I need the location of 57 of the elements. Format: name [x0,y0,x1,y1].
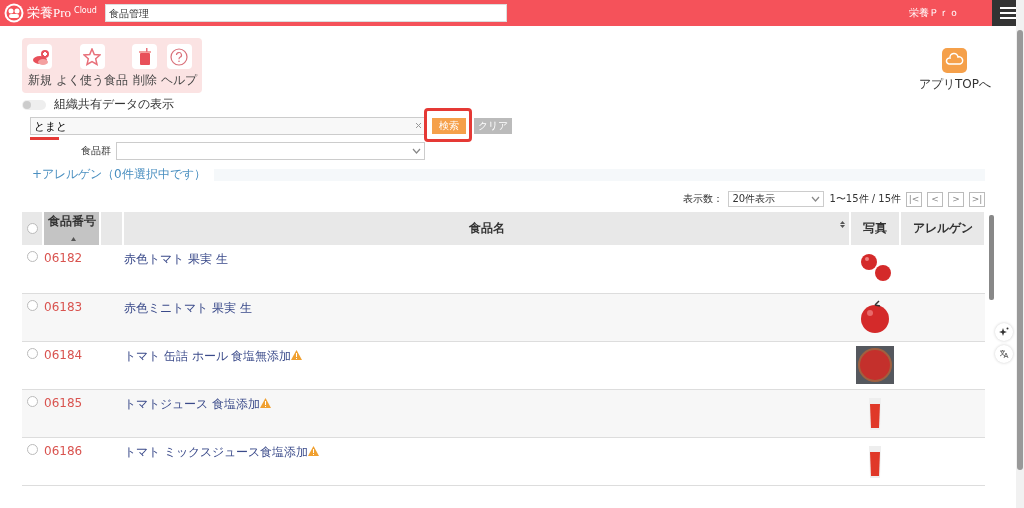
toggle-switch[interactable] [22,99,46,110]
pager-button[interactable]: < [927,191,943,207]
translate-icon [999,349,1009,359]
translate-button[interactable] [995,345,1013,363]
page-size-select[interactable]: 20件表示 [728,191,825,207]
food-number: 06185 [44,395,83,410]
cloud-app-icon [942,48,968,73]
page-size-label: 表示数： [683,192,724,206]
search-field[interactable]: とまと [30,117,426,135]
dishes-icon [30,47,49,66]
chevron-down-icon [811,196,821,202]
food-group-select[interactable] [116,142,425,160]
star-icon [83,47,101,66]
food-name-link[interactable]: トマト ミックスジュース食塩添加 [124,443,308,461]
logo-icon [4,3,24,23]
food-name-link[interactable]: トマト 缶詰 ホール 食塩無添加 [124,347,292,365]
pager-button[interactable]: > [948,191,964,207]
toolbar-button[interactable]: よく使う食品 [56,44,128,89]
menu-icon [1000,7,1016,19]
row-radio[interactable] [27,347,38,359]
select-all-radio[interactable] [27,223,38,234]
column-header[interactable]: アレルゲン [900,212,985,245]
toggle-label: 組織共有データの表示 [54,96,174,113]
app-name: 栄養Ｐｒｏ [909,6,959,20]
app-top-button[interactable]: アプリTOPへ [919,48,991,93]
row-radio[interactable] [27,443,38,455]
column-header[interactable]: 食品名 [123,212,850,245]
food-group-label: 食品群 [81,144,111,158]
photo-placeholder [856,345,894,384]
row-radio[interactable] [27,395,38,407]
toolbar-button[interactable]: ヘルプ [161,44,197,89]
logo-text: 栄養Pro [27,4,72,22]
help-icon [170,47,188,66]
food-name-link[interactable]: トマトジュース 食塩添加 [124,395,260,413]
column-header[interactable]: 食品番号 [43,212,100,245]
clear-input-button[interactable] [415,122,422,129]
breadcrumb-field: 食品管理 [104,4,507,22]
chevron-down-icon [412,148,421,154]
underline-mark [30,137,59,140]
pager-button[interactable]: >| [969,191,985,207]
food-number: 06186 [44,443,83,458]
food-name-link[interactable]: 赤色トマト 果実 生 [124,251,228,268]
logo-superscript: Cloud [74,6,97,15]
food-name-link[interactable]: 赤色ミニトマト 果実 生 [124,299,252,317]
page-range: 1〜15件 / 15件 [829,192,901,206]
pager-button[interactable]: |< [906,191,922,207]
close-icon [415,122,422,129]
row-radio[interactable] [27,299,38,311]
sparkle-icon [999,327,1009,337]
row-radio[interactable] [27,251,38,262]
food-number: 06184 [44,347,83,362]
column-header[interactable]: 写真 [850,212,900,245]
sparkle-button[interactable] [995,323,1013,341]
page-scrollbar[interactable] [1016,0,1024,508]
food-number: 06183 [44,299,83,314]
food-number: 06182 [44,251,83,265]
allergen-link[interactable]: +アレルゲン（0件選択中です） [32,166,206,183]
